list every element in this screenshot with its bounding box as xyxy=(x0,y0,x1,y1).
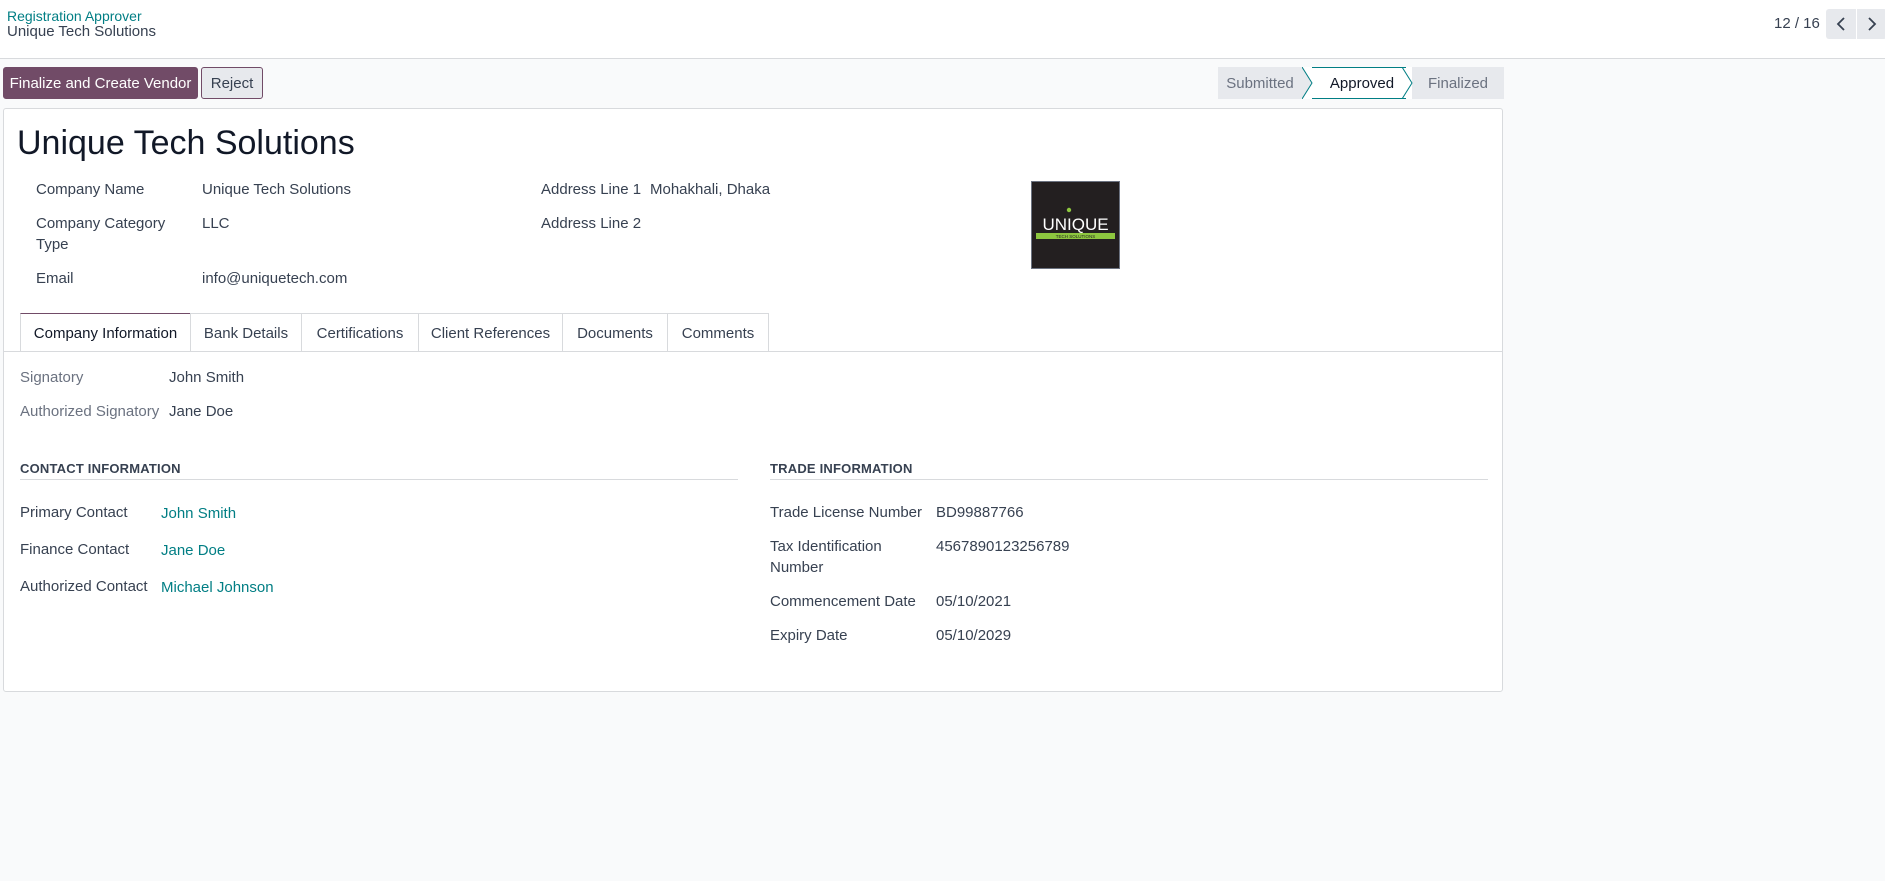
logo-subtext: TECH SOLUTIONS xyxy=(1056,234,1096,239)
chevron-left-icon xyxy=(1836,17,1845,31)
finalize-create-vendor-button[interactable]: Finalize and Create Vendor xyxy=(3,67,198,99)
tab-documents[interactable]: Documents xyxy=(562,313,668,352)
trade-license-value[interactable]: BD99887766 xyxy=(936,502,1024,523)
logo-wordmark: UNIQUE xyxy=(1042,215,1108,234)
company-category-value[interactable]: LLC xyxy=(202,213,230,234)
expiry-date-label: Expiry Date xyxy=(770,627,848,644)
expiry-date-value[interactable]: 05/10/2029 xyxy=(936,625,1011,646)
authorized-signatory-label: Authorized Signatory xyxy=(20,403,160,420)
finance-contact-label: Finance Contact xyxy=(20,541,130,558)
authorized-contact-label: Authorized Contact xyxy=(20,578,148,595)
stage-approved-border xyxy=(1312,67,1406,99)
stage-finalized[interactable]: Finalized xyxy=(1412,67,1504,99)
address-line-1-label: Address Line 1 xyxy=(541,181,642,198)
record-title: Unique Tech Solutions xyxy=(17,124,355,162)
control-panel: Registration Approver Unique Tech Soluti… xyxy=(0,0,1885,59)
tab-bank-details[interactable]: Bank Details xyxy=(190,313,302,352)
pager-value[interactable]: 12 / 16 xyxy=(1774,15,1820,32)
company-name-label: Company Name xyxy=(36,181,145,198)
primary-contact-link[interactable]: John Smith xyxy=(161,503,236,524)
address-line-2-label: Address Line 2 xyxy=(541,215,642,232)
company-category-label-2: Type xyxy=(36,236,69,253)
authorized-contact-link[interactable]: Michael Johnson xyxy=(161,577,274,598)
tax-id-label: Tax Identification xyxy=(770,538,882,555)
stage-submitted[interactable]: Submitted xyxy=(1218,67,1312,99)
pager-previous-button[interactable] xyxy=(1826,9,1856,39)
tab-divider xyxy=(4,351,1502,352)
pager-next-button[interactable] xyxy=(1857,9,1885,39)
trade-information-heading: TRADE INFORMATION xyxy=(770,461,913,476)
tax-id-value[interactable]: 4567890123256789 xyxy=(936,536,1069,557)
tab-comments[interactable]: Comments xyxy=(667,313,769,352)
trade-section-rule xyxy=(770,479,1488,480)
breadcrumb-current: Unique Tech Solutions xyxy=(7,23,156,40)
reject-button[interactable]: Reject xyxy=(201,67,263,99)
commencement-date-label: Commencement Date xyxy=(770,593,916,610)
signatory-value[interactable]: John Smith xyxy=(169,367,244,388)
email-value[interactable]: info@uniquetech.com xyxy=(202,268,347,289)
status-bar: Submitted Approved Finalized xyxy=(1218,67,1504,99)
trade-license-label: Trade License Number xyxy=(770,504,923,521)
company-logo-graphic: UNIQUE TECH SOLUTIONS xyxy=(1036,207,1115,239)
address-line-1-value[interactable]: Mohakhali, Dhaka xyxy=(650,179,770,200)
commencement-date-value[interactable]: 05/10/2021 xyxy=(936,591,1011,612)
authorized-signatory-value[interactable]: Jane Doe xyxy=(169,401,233,422)
company-name-value[interactable]: Unique Tech Solutions xyxy=(202,179,351,200)
company-logo-image[interactable]: UNIQUE TECH SOLUTIONS xyxy=(1031,181,1120,269)
tab-client-references[interactable]: Client References xyxy=(418,313,563,352)
finance-contact-link[interactable]: Jane Doe xyxy=(161,540,225,561)
signatory-label: Signatory xyxy=(20,369,84,386)
tab-certifications[interactable]: Certifications xyxy=(301,313,419,352)
contact-information-heading: CONTACT INFORMATION xyxy=(20,461,181,476)
breadcrumb-parent-link[interactable]: Registration Approver xyxy=(7,8,142,24)
logo-dot xyxy=(1066,207,1072,213)
tab-company-information[interactable]: Company Information xyxy=(20,313,191,352)
primary-contact-label: Primary Contact xyxy=(20,504,128,521)
email-label: Email xyxy=(36,270,74,287)
chevron-right-icon xyxy=(1868,17,1877,31)
tax-id-label-2: Number xyxy=(770,559,824,576)
contact-section-rule xyxy=(20,479,738,480)
company-category-label: Company Category xyxy=(36,215,166,232)
